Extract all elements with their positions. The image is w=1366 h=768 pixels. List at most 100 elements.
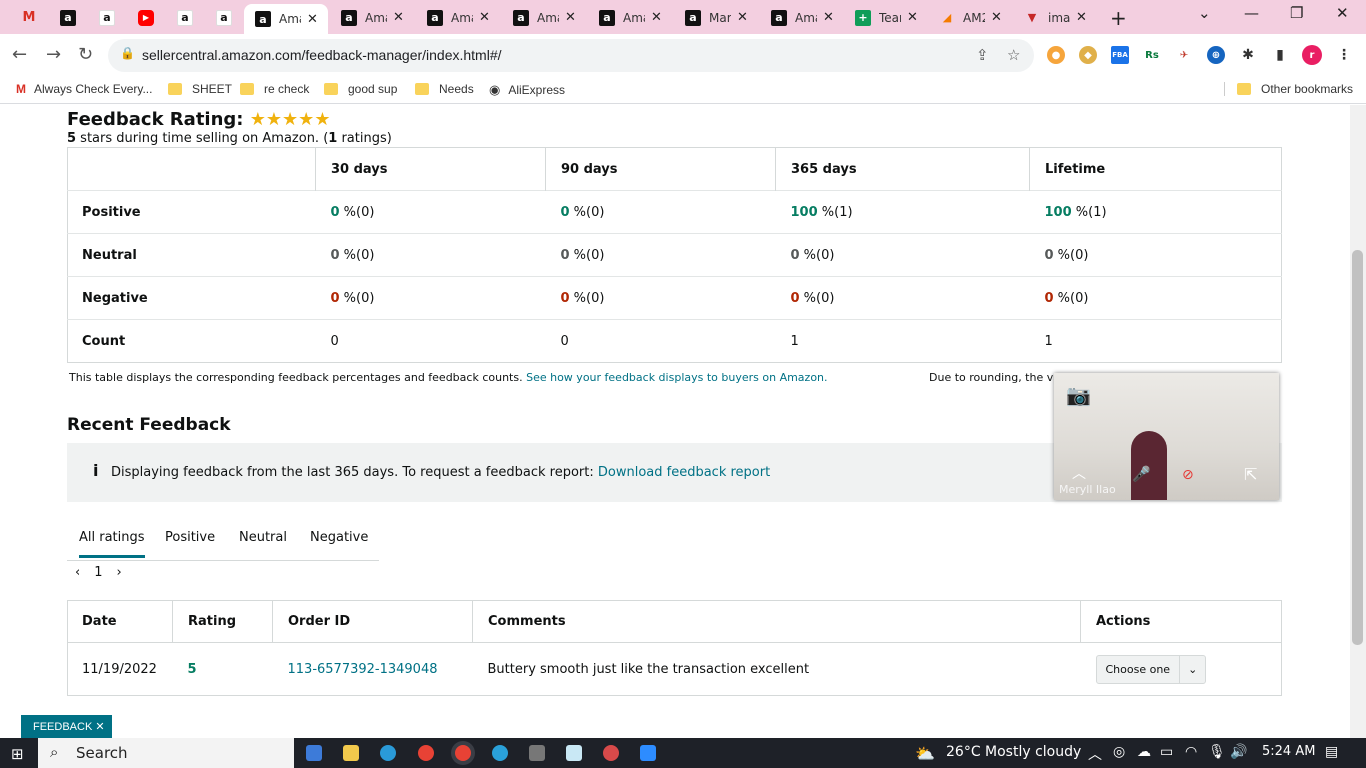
chevron-up-icon[interactable]: ︿ [1072, 463, 1086, 483]
bookmark-recheck[interactable]: re check [240, 82, 309, 96]
close-icon[interactable]: ✕ [907, 10, 918, 25]
wifi-icon[interactable]: ◠ [1185, 744, 1197, 760]
close-icon[interactable]: ✕ [307, 12, 318, 27]
tab-negative[interactable]: Negative [310, 530, 368, 545]
tray-app-icon[interactable]: ◎ [1113, 744, 1125, 760]
back-icon[interactable]: ← [12, 44, 27, 65]
comment-cell: Buttery smooth just like the transaction… [472, 642, 1081, 696]
close-icon[interactable]: ✕ [651, 10, 662, 25]
tab-amazon-9[interactable]: a Mar ✕ [674, 4, 758, 31]
close-icon[interactable]: ✕ [393, 10, 404, 25]
extension-icon[interactable]: ✈ [1175, 46, 1193, 64]
weather-text[interactable]: 26°C Mostly cloudy [946, 744, 1081, 760]
close-icon[interactable]: ✕ [565, 10, 576, 25]
tab-amazon-7[interactable]: a Ama ✕ [502, 4, 586, 31]
taskbar-search[interactable]: ⌕ Search [38, 738, 294, 768]
rounding-note: Due to rounding, the va [929, 371, 1059, 384]
rs-extension-icon[interactable]: Rs [1143, 46, 1161, 64]
tray-chevron-icon[interactable]: ︿ [1088, 744, 1102, 764]
tab-amazon-10[interactable]: a Ama ✕ [760, 4, 844, 31]
tab-amazon-2[interactable]: a [88, 4, 115, 31]
share-icon[interactable]: ⇪ [976, 46, 989, 64]
tab-gmail[interactable]: M [10, 4, 37, 31]
notepad-icon[interactable] [566, 745, 582, 761]
feedback-badge[interactable]: FEEDBACK ✕ [21, 715, 112, 738]
volume-icon[interactable]: 🔊 [1230, 744, 1247, 760]
chrome-active-icon[interactable] [455, 745, 471, 761]
extensions-puzzle-icon[interactable]: ✱ [1239, 46, 1257, 64]
close-icon[interactable]: ✕ [479, 10, 490, 25]
download-report-link[interactable]: Download feedback report [598, 465, 770, 480]
bookmark-star-icon[interactable]: ☆ [1007, 46, 1020, 64]
pct-value: 0 [560, 247, 570, 263]
address-bar[interactable]: 🔒 sellercentral.amazon.com/feedback-mana… [108, 39, 1034, 72]
extension-icon[interactable]: ◆ [1079, 46, 1097, 64]
tab-amazon-8[interactable]: a Ama ✕ [588, 4, 672, 31]
bookmark-goodsup[interactable]: good sup [324, 82, 397, 96]
scrollbar-thumb[interactable] [1352, 250, 1363, 645]
other-bookmarks[interactable]: Other bookmarks [1224, 82, 1353, 96]
close-icon[interactable]: ✕ [991, 10, 1002, 25]
buyer-display-link[interactable]: See how your feedback displays to buyers… [526, 371, 827, 384]
file-explorer-icon[interactable] [343, 745, 359, 761]
close-icon[interactable]: ✕ [823, 10, 834, 25]
tab-amazon-6[interactable]: a Ama ✕ [416, 4, 500, 31]
extension-icon[interactable]: ● [1047, 46, 1065, 64]
bookmark-aliexpress[interactable]: ◉ AliExpress [489, 82, 565, 98]
chevron-left-icon[interactable]: ‹ [75, 565, 80, 580]
extension-icon[interactable]: ⊕ [1207, 46, 1225, 64]
bookmark-needs[interactable]: Needs [415, 82, 474, 96]
notifications-icon[interactable]: ▤ [1325, 744, 1338, 760]
tab-all-ratings[interactable]: All ratings [79, 530, 145, 558]
tab-amazon-3[interactable]: a [166, 4, 193, 31]
page-number[interactable]: 1 [94, 565, 102, 580]
reload-icon[interactable]: ↻ [78, 44, 93, 65]
tab-youtube[interactable]: ▶ [127, 4, 154, 31]
col-header: Order ID [272, 600, 473, 643]
lock-icon[interactable]: 🔒 [120, 46, 135, 60]
battery-icon[interactable]: ▭ [1160, 744, 1173, 760]
tab-amazon-4[interactable]: a [205, 4, 232, 31]
app-icon[interactable] [603, 745, 619, 761]
menu-icon[interactable]: ⋮ [1335, 46, 1353, 64]
chrome-icon[interactable] [418, 745, 434, 761]
minimize-icon[interactable]: — [1244, 4, 1259, 22]
telegram-icon[interactable] [492, 745, 508, 761]
video-off-icon[interactable]: ⊘ [1182, 467, 1194, 483]
close-icon[interactable]: ✕ [737, 10, 748, 25]
tab-sheets[interactable]: + Tear ✕ [844, 4, 928, 31]
windows-start-icon[interactable]: ⊞ [11, 745, 24, 763]
tab-positive[interactable]: Positive [165, 530, 215, 545]
cloud-icon[interactable]: ☁ [1137, 744, 1151, 760]
bookmark-gmail[interactable]: M Always Check Every... [16, 82, 152, 96]
side-panel-icon[interactable]: ▮ [1271, 46, 1289, 64]
popout-icon[interactable]: ⇱ [1244, 465, 1257, 484]
chevron-right-icon[interactable]: › [116, 565, 121, 580]
tab-amazon-active[interactable]: a Ama ✕ [244, 4, 328, 34]
task-view-icon[interactable] [306, 745, 322, 761]
fba-extension-icon[interactable]: FBA [1111, 46, 1129, 64]
calculator-icon[interactable] [529, 745, 545, 761]
restore-icon[interactable]: ❐ [1290, 4, 1303, 22]
edge-icon[interactable] [380, 745, 396, 761]
video-call-overlay[interactable]: 📷 ︿ 🎤 ⊘ ⇱ Meryll Ilao [1054, 373, 1279, 500]
clock[interactable]: 5:24 AM [1262, 744, 1315, 759]
pct-value: 0 [330, 204, 340, 220]
tab-image[interactable]: ▼ ima ✕ [1013, 4, 1097, 31]
new-tab-icon[interactable]: + [1110, 6, 1127, 30]
close-icon[interactable]: ✕ [1076, 10, 1087, 25]
forward-icon[interactable]: → [46, 44, 61, 65]
bookmark-sheet[interactable]: SHEET [168, 82, 232, 96]
tab-search-icon[interactable]: ⌄ [1198, 4, 1211, 22]
microphone-icon[interactable]: 🎙 [1208, 744, 1226, 760]
tab-amazon-1[interactable]: a [49, 4, 76, 31]
mic-muted-icon[interactable]: 🎤 [1132, 465, 1151, 483]
profile-avatar[interactable]: r [1302, 45, 1322, 65]
zoom-icon[interactable] [640, 745, 656, 761]
order-id-link[interactable]: 113-6577392-1349048 [288, 662, 438, 677]
tab-amazon-5[interactable]: a Ama ✕ [330, 4, 414, 31]
tab-ams[interactable]: ◢ AM2 ✕ [928, 4, 1012, 31]
tab-neutral[interactable]: Neutral [239, 530, 287, 545]
window-close-icon[interactable]: ✕ [1336, 4, 1349, 22]
actions-dropdown[interactable]: Choose one ⌄ [1095, 654, 1207, 684]
